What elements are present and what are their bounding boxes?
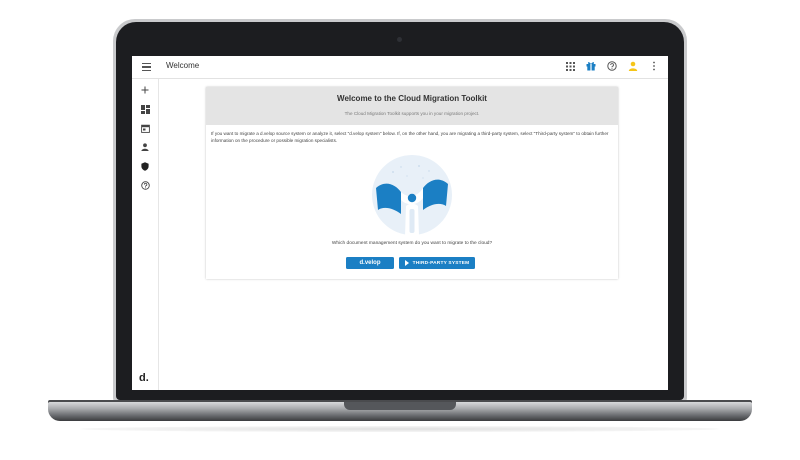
person-icon[interactable] [139,141,151,153]
welcome-card: Welcome to the Cloud Migration Toolkit T… [206,87,618,279]
menu-icon-bar [142,66,151,68]
laptop-shadow [80,426,720,432]
dvelop-button-label: d.velop [359,260,381,266]
help-circle-icon[interactable] [139,179,151,191]
third-party-system-button[interactable]: THIRD-PARTY SYSTEM [399,257,475,269]
welcome-title: Welcome to the Cloud Migration Toolkit [337,94,487,103]
welcome-header: Welcome to the Cloud Migration Toolkit T… [206,87,618,125]
menu-button[interactable] [140,60,154,74]
dashboard-icon[interactable] [139,103,151,115]
migration-question: Which document management system do you … [331,241,493,246]
shield-icon[interactable] [139,160,151,172]
sidebar: d. [132,79,159,390]
play-arrow-icon [404,260,409,266]
user-icon[interactable] [627,60,639,72]
topbar-actions [564,60,660,72]
help-circle-icon[interactable] [606,60,618,72]
welcome-subtitle: The Cloud Migration Toolkit supports you… [344,111,480,116]
apps-grid-icon[interactable] [564,60,576,72]
migration-illustration [371,154,453,236]
menu-icon-bar [142,69,151,72]
laptop-camera [397,37,402,42]
calendar-icon[interactable] [139,122,151,134]
laptop-notch [344,402,456,410]
gift-icon[interactable] [585,60,597,72]
intro-text: If you want to migrate a d.velop source … [211,131,609,143]
top-app-bar: Welcome [132,56,668,79]
main-content: Welcome to the Cloud Migration Toolkit T… [159,79,668,390]
page-title: Welcome [166,61,200,70]
dvelop-system-button[interactable]: d.velop [346,257,394,269]
more-vert-icon[interactable] [648,60,660,72]
plus-icon[interactable] [139,84,151,96]
menu-icon-bar [142,62,151,65]
screen: Welcome d. Welcome to the Cloud Migratio… [132,56,668,390]
third-party-button-label: THIRD-PARTY SYSTEM [412,260,470,266]
brand-logo: d. [139,372,149,384]
